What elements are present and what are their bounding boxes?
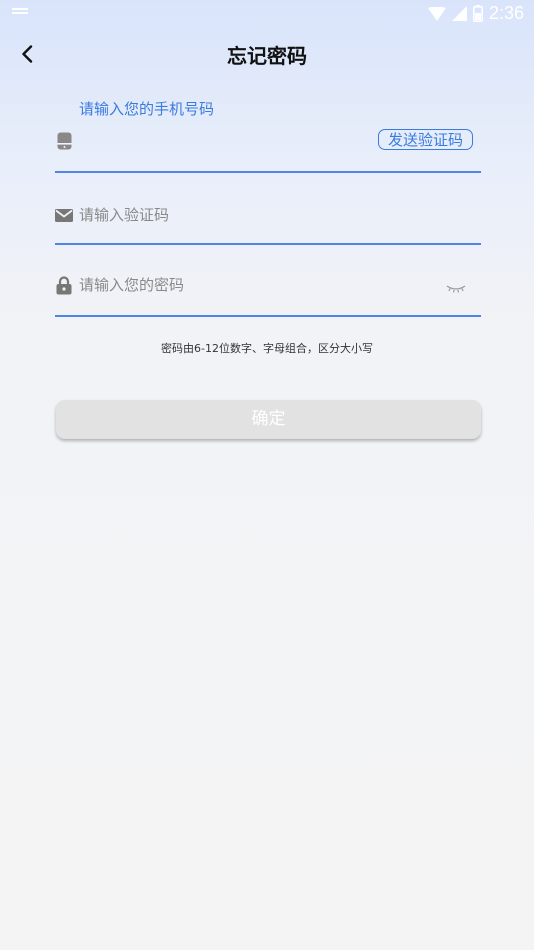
status-bar: 2:36 [0,0,534,28]
battery-icon [472,5,483,22]
eye-closed-icon[interactable] [445,282,467,296]
status-time: 2:36 [488,3,524,23]
wifi-icon [427,6,446,21]
keyboard-icon [12,8,28,16]
code-input[interactable] [79,200,411,230]
confirm-button[interactable]: 确定 [56,400,481,439]
password-field [55,266,481,317]
mail-icon [55,206,73,224]
phone-input[interactable] [79,127,411,157]
password-input[interactable] [79,270,411,300]
password-underline [55,315,481,317]
phone-field: 请输入您的手机号码 发送验证码 [55,98,481,173]
status-icons: 2:36 [427,3,524,24]
phone-underline [55,171,481,173]
signal-icon [451,6,467,21]
code-field [55,196,481,245]
page-title: 忘记密码 [227,44,307,68]
password-rule-text: 密码由6-12位数字、字母组合，区分大小写 [161,342,373,355]
header: 忘记密码 [0,28,534,80]
phone-icon [55,132,73,150]
lock-icon [55,275,73,294]
phone-field-label: 请输入您的手机号码 [79,100,215,118]
code-underline [55,243,481,245]
send-code-button[interactable]: 发送验证码 [377,129,473,150]
